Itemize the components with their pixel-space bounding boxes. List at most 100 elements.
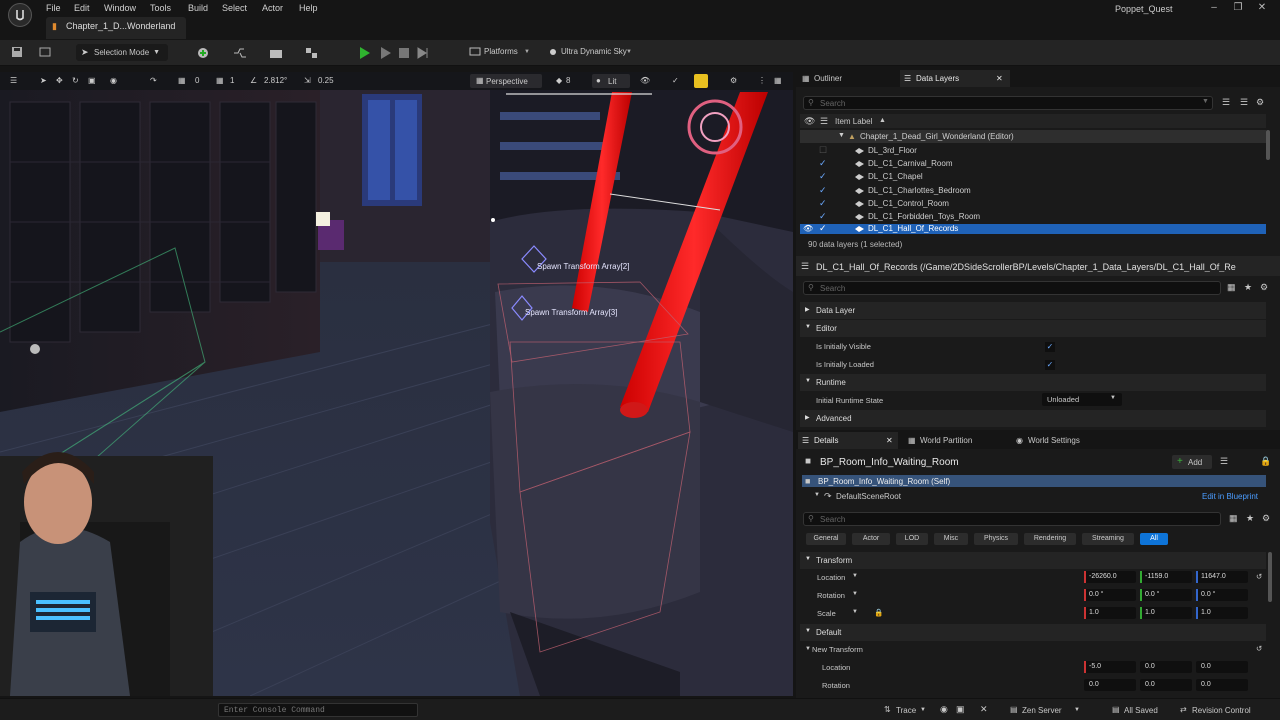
actor-name[interactable]: BP_Room_Info_Waiting_Room: [820, 457, 959, 468]
modes-icon[interactable]: [304, 45, 320, 61]
location-y-field[interactable]: -1159.0: [1140, 571, 1192, 583]
stop-icon[interactable]: [396, 45, 412, 61]
menu-edit[interactable]: Edit: [74, 3, 90, 13]
filter-physics[interactable]: Physics: [974, 533, 1018, 545]
tab-data-layers[interactable]: ☰ Data Layers ✕: [900, 70, 1010, 87]
spawn-transform-label-2[interactable]: Spawn Transform Array[2]: [537, 262, 629, 271]
tab-details[interactable]: ☰ Details ✕: [798, 432, 898, 449]
location-x-field[interactable]: -26260.0: [1084, 571, 1136, 583]
settings-icon[interactable]: ⚙: [730, 76, 737, 85]
remove-icon[interactable]: ☰: [1240, 97, 1248, 108]
sun-icon[interactable]: [546, 45, 562, 61]
list-item[interactable]: ✓ DL_C1_Forbidden_Toys_Room: [800, 210, 1266, 223]
scale-snap-value[interactable]: 0.25: [318, 76, 334, 85]
category-editor[interactable]: ▼ Editor: [800, 320, 1266, 337]
new-transform-row[interactable]: ▼ New Transform ↺: [800, 642, 1266, 660]
settings-icon[interactable]: ⚙: [1260, 282, 1268, 293]
menu-actor[interactable]: Actor: [262, 3, 283, 13]
angle-icon[interactable]: ∠: [250, 76, 257, 85]
menu-select[interactable]: Select: [222, 3, 247, 13]
star-icon[interactable]: ★: [1246, 513, 1254, 524]
level-viewport[interactable]: ☰ ➤ ✥ ↻ ▣ ◉ ↷ ▦ 0 ▦ 1 ∠ 2.812° ⇲ 0.25 ▦ …: [0, 72, 793, 696]
list-item[interactable]: ✓ DL_C1_Chapel: [800, 170, 1266, 183]
filter-general[interactable]: General: [806, 533, 846, 545]
layout-icon[interactable]: ▦: [774, 76, 782, 85]
list-item-selected[interactable]: 👁 ✓ DL_C1_Hall_Of_Records: [800, 224, 1266, 234]
cinematics-icon[interactable]: [268, 45, 284, 61]
menu-tools[interactable]: Tools: [150, 3, 171, 13]
unreal-logo-icon[interactable]: [8, 3, 32, 27]
play-icon[interactable]: [357, 45, 373, 61]
scale-label[interactable]: Scale: [817, 609, 836, 618]
rotation-x-field[interactable]: 0.0 °: [1084, 589, 1136, 601]
list-item[interactable]: ✓ DL_C1_Charlottes_Bedroom: [800, 184, 1266, 197]
world-space-icon[interactable]: ◉: [110, 76, 117, 85]
checkbox[interactable]: ✓: [819, 186, 828, 195]
rotation-label[interactable]: Rotation: [817, 591, 845, 600]
nt-rotation-z-field[interactable]: 0.0: [1196, 679, 1248, 691]
blueprint-options-icon[interactable]: ☰: [1220, 456, 1228, 467]
nt-location-y-field[interactable]: 0.0: [1140, 661, 1192, 673]
details-search[interactable]: ⚲ Search: [803, 512, 1221, 526]
grid-icon[interactable]: ▦: [216, 76, 224, 85]
close-tab-icon[interactable]: ✕: [886, 436, 893, 445]
platforms-icon[interactable]: [468, 45, 484, 61]
close-tab-icon[interactable]: ✕: [996, 74, 1003, 83]
simulate-icon[interactable]: [378, 45, 394, 61]
show-flags-icon[interactable]: 👁: [640, 76, 650, 85]
level-tab[interactable]: ▮ Chapter_1_D...Wonderland: [46, 17, 186, 39]
checkbox[interactable]: ✓: [819, 199, 828, 208]
item-label-header[interactable]: Item Label: [835, 117, 872, 126]
game-view-icon[interactable]: [694, 74, 708, 88]
server-icon[interactable]: ▤: [1010, 705, 1018, 714]
rotation-y-field[interactable]: 0.0 °: [1140, 589, 1192, 601]
checkbox[interactable]: ✓: [819, 224, 828, 233]
spawn-transform-label-3[interactable]: Spawn Transform Array[3]: [525, 308, 617, 317]
component-self-row[interactable]: ■ BP_Room_Info_Waiting_Room (Self): [802, 475, 1266, 487]
all-saved-status[interactable]: All Saved: [1124, 706, 1158, 715]
is-initially-loaded-checkbox[interactable]: ✓: [1045, 360, 1055, 370]
rotation-z-field[interactable]: 0.0 °: [1196, 589, 1248, 601]
tab-outliner[interactable]: ▦ Outliner: [798, 70, 894, 87]
content-browser-icon[interactable]: [38, 45, 54, 61]
scale-y-field[interactable]: 1.0: [1140, 607, 1192, 619]
lock-icon[interactable]: 🔒: [874, 608, 883, 617]
zen-server-button[interactable]: Zen Server: [1022, 706, 1062, 715]
category-advanced[interactable]: ▶ Advanced: [800, 410, 1266, 427]
filter-misc[interactable]: Misc: [934, 533, 968, 545]
filter-lod[interactable]: LOD: [896, 533, 928, 545]
location-label[interactable]: Location: [817, 573, 845, 582]
scale-tool-icon[interactable]: ▣: [88, 76, 96, 85]
filter-streaming[interactable]: Streaming: [1082, 533, 1134, 545]
runtime-state-dropdown[interactable]: Unloaded ▼: [1042, 393, 1122, 406]
scrollbar[interactable]: [1268, 552, 1272, 602]
record-icon[interactable]: ◉: [940, 704, 948, 715]
nt-rotation-x-field[interactable]: 0.0: [1084, 679, 1136, 691]
camera-icon[interactable]: ▣: [956, 704, 965, 715]
select-tool-icon[interactable]: ➤: [40, 76, 47, 85]
list-item[interactable]: ☐ DL_3rd_Floor: [800, 144, 1266, 157]
nt-location-x-field[interactable]: -5.0: [1084, 661, 1136, 673]
maximize-icon[interactable]: ❐: [1228, 2, 1248, 16]
grid-snap-icon[interactable]: ▦: [178, 76, 186, 85]
table-view-icon[interactable]: ▦: [1229, 513, 1238, 524]
lock-icon[interactable]: 🔒: [1260, 456, 1271, 467]
nt-rotation-y-field[interactable]: 0.0: [1140, 679, 1192, 691]
add-component-button[interactable]: + Add: [1172, 455, 1212, 469]
star-icon[interactable]: ★: [1244, 282, 1252, 293]
list-item[interactable]: ▼ ▲ Chapter_1_Dead_Girl_Wonderland (Edit…: [800, 130, 1266, 143]
menu-window[interactable]: Window: [104, 3, 136, 13]
reset-icon[interactable]: ↺: [1256, 572, 1262, 581]
tab-world-settings[interactable]: ◉ World Settings: [1012, 432, 1112, 449]
rotate-snap-value[interactable]: 0: [195, 76, 199, 85]
realtime-icon[interactable]: ✓: [672, 76, 679, 85]
revision-control-icon[interactable]: ⇄: [1180, 705, 1187, 714]
trace-button[interactable]: Trace: [896, 706, 916, 715]
platforms-button[interactable]: Platforms: [484, 47, 518, 56]
chevron-down-icon[interactable]: ▼: [920, 707, 926, 713]
move-tool-icon[interactable]: ✥: [56, 76, 63, 85]
scale-x-field[interactable]: 1.0: [1084, 607, 1136, 619]
checkbox[interactable]: ✓: [819, 159, 828, 168]
fov-icon[interactable]: ◆: [556, 76, 562, 85]
perspective-dropdown[interactable]: ▦ Perspective: [470, 74, 542, 88]
